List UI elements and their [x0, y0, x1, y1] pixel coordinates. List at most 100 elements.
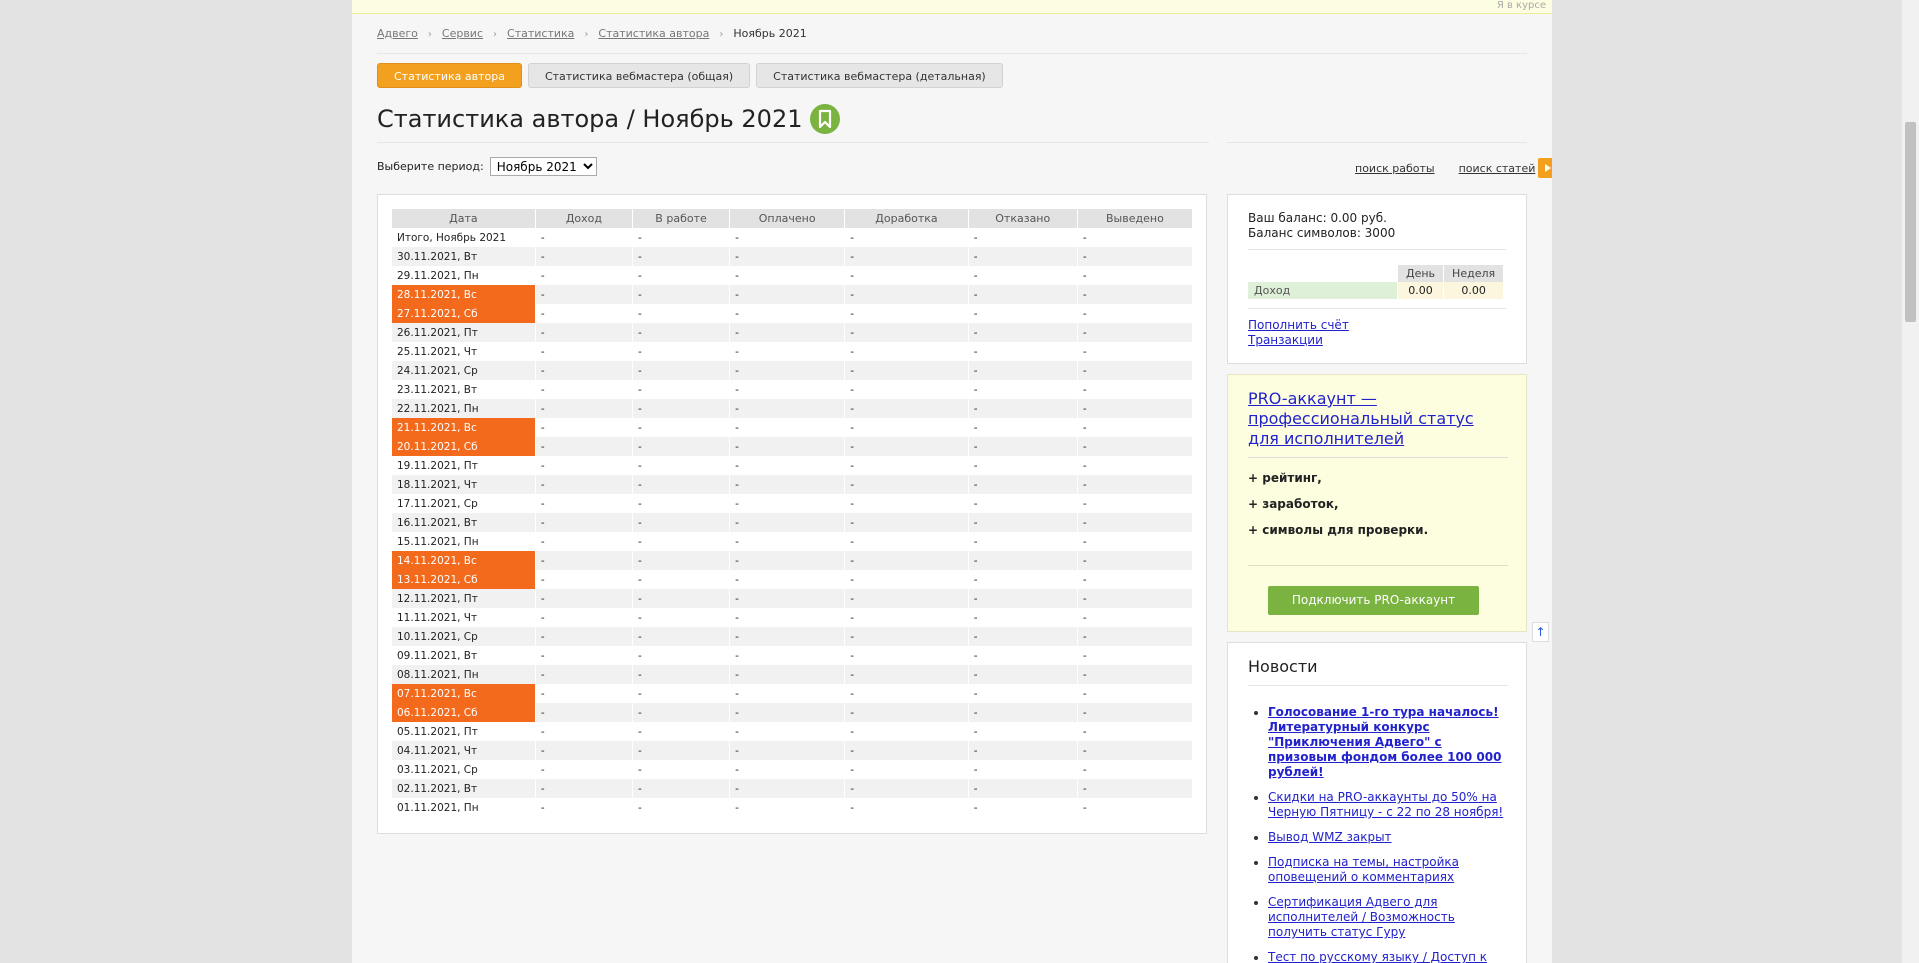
paid-cell: -: [729, 760, 846, 779]
tab-author-stats[interactable]: Статистика автора: [377, 63, 522, 88]
date-cell: 08.11.2021, Пн: [392, 665, 536, 684]
table-row: 05.11.2021, Пт - - - - - -: [392, 722, 1194, 741]
income-cell: -: [535, 285, 633, 304]
paid-cell: -: [729, 551, 846, 570]
paid-cell: -: [729, 285, 846, 304]
withdrawn-cell: -: [1077, 380, 1194, 399]
page: Я в курсе Адвего › Сервис › Статистика › Стати…: [352, 0, 1552, 963]
in-work-cell: -: [632, 323, 731, 342]
revision-cell: -: [844, 380, 969, 399]
in-work-cell: -: [632, 475, 731, 494]
paid-cell: -: [729, 266, 846, 285]
news-link[interactable]: Сертификация Адвего для исполнителей / В…: [1268, 895, 1455, 939]
paid-cell: -: [729, 361, 846, 380]
in-work-cell: -: [632, 608, 731, 627]
table-row: 19.11.2021, Пт - - - - - -: [392, 456, 1194, 475]
income-cell: -: [535, 741, 633, 760]
in-work-cell: -: [632, 665, 731, 684]
withdrawn-cell: -: [1077, 551, 1194, 570]
revision-cell: -: [844, 646, 969, 665]
withdrawn-cell: -: [1077, 589, 1194, 608]
withdrawn-cell: -: [1077, 247, 1194, 266]
paid-cell: -: [729, 722, 846, 741]
article-search-link[interactable]: поиск статей: [1459, 162, 1536, 175]
rejected-cell: -: [968, 228, 1078, 247]
date-cell: 13.11.2021, Сб: [392, 570, 536, 589]
period-select[interactable]: Ноябрь 2021: [489, 157, 597, 176]
date-cell: 30.11.2021, Вт: [392, 247, 536, 266]
revision-cell: -: [844, 437, 969, 456]
income-cell: -: [535, 779, 633, 798]
news-link[interactable]: Голосование 1-го тура началось! Литерату…: [1268, 705, 1501, 779]
chevron-right-icon: ›: [584, 29, 589, 40]
arrow-up-icon[interactable]: ↑: [1532, 622, 1549, 642]
in-work-cell: -: [632, 342, 731, 361]
news-link[interactable]: Тест по русскому языку / Доступ к тендер…: [1268, 950, 1487, 963]
page-scrollbar[interactable]: [1902, 0, 1919, 963]
rejected-cell: -: [968, 513, 1078, 532]
revision-cell: -: [844, 418, 969, 437]
income-summary-table: День Неделя Доход 0.00 0.00: [1248, 265, 1505, 299]
table-row: 27.11.2021, Сб - - - - - -: [392, 304, 1194, 323]
table-row: 13.11.2021, Сб - - - - - -: [392, 570, 1194, 589]
top-up-link[interactable]: Пополнить счёт: [1248, 318, 1349, 333]
tab-webmaster-general[interactable]: Статистика вебмастера (общая): [527, 63, 751, 88]
job-search-link[interactable]: поиск работы: [1355, 162, 1435, 175]
transactions-link[interactable]: Транзакции: [1248, 333, 1349, 348]
table-row: Итого, Ноябрь 2021- - - - - -: [392, 228, 1194, 247]
paid-cell: -: [729, 665, 846, 684]
period-label: Выберите период:: [377, 160, 484, 173]
income-week-value: 0.00: [1443, 282, 1505, 299]
table-row: 17.11.2021, Ср - - - - - -: [392, 494, 1194, 513]
table-row: 16.11.2021, Вт - - - - - -: [392, 513, 1194, 532]
paid-cell: -: [729, 532, 846, 551]
in-work-cell: -: [632, 418, 731, 437]
table-header-row: Дата Доход В работе Оплачено Доработка Отказа…: [392, 209, 1194, 228]
rejected-cell: -: [968, 437, 1078, 456]
breadcrumb-item-author-statistics[interactable]: Статистика автора: [598, 27, 709, 40]
income-day-value: 0.00: [1397, 282, 1445, 299]
tab-webmaster-detailed[interactable]: Статистика вебмастера (детальная): [756, 63, 1003, 88]
revision-cell: -: [844, 608, 969, 627]
date-cell: 10.11.2021, Ср: [392, 627, 536, 646]
revision-cell: -: [844, 361, 969, 380]
withdrawn-cell: -: [1077, 228, 1194, 247]
withdrawn-cell: -: [1077, 665, 1194, 684]
pro-account-panel: PRO-аккаунт — профессиональный статус дл…: [1227, 374, 1527, 632]
income-cell: -: [535, 380, 633, 399]
table-row: 07.11.2021, Вс - - - - - -: [392, 684, 1194, 703]
in-work-cell: -: [632, 266, 731, 285]
date-cell: 22.11.2021, Пн: [392, 399, 536, 418]
bookmark-icon[interactable]: [810, 104, 841, 134]
scrollbar-thumb[interactable]: [1905, 122, 1916, 322]
table-row: 29.11.2021, Пн - - - - - -: [392, 266, 1194, 285]
news-link[interactable]: Скидки на PRO-аккаунты до 50% на Черную …: [1268, 790, 1503, 819]
rejected-cell: -: [968, 589, 1078, 608]
enable-pro-button[interactable]: Подключить PRO-аккаунт: [1268, 586, 1479, 615]
revision-cell: -: [844, 665, 969, 684]
rejected-cell: -: [968, 285, 1078, 304]
breadcrumb-item-advego[interactable]: Адвего: [377, 27, 418, 40]
breadcrumb-item-service[interactable]: Сервис: [442, 27, 483, 40]
in-work-cell: -: [632, 779, 731, 798]
news-link[interactable]: Вывод WMZ закрыт: [1268, 830, 1392, 844]
stats-panel: Дата Доход В работе Оплачено Доработка Отказа…: [377, 194, 1207, 834]
table-header-in-work: В работе: [632, 209, 731, 228]
date-cell: 15.11.2021, Пн: [392, 532, 536, 551]
paid-cell: -: [729, 342, 846, 361]
sidebar-toggle-icon[interactable]: [1538, 158, 1552, 178]
table-header-date: Дата: [392, 209, 536, 228]
notice-dismiss-link[interactable]: Я в курсе: [1497, 0, 1546, 11]
paid-cell: -: [729, 646, 846, 665]
list-item: + заработок,: [1248, 497, 1339, 511]
revision-cell: -: [844, 323, 969, 342]
news-link[interactable]: Подписка на темы, настройка оповещений о…: [1268, 855, 1459, 884]
table-header-withdrawn: Выведено: [1077, 209, 1194, 228]
pro-account-link[interactable]: PRO-аккаунт — профессиональный статус дл…: [1248, 389, 1508, 449]
income-cell: -: [535, 456, 633, 475]
date-cell: 05.11.2021, Пт: [392, 722, 536, 741]
withdrawn-cell: -: [1077, 798, 1194, 817]
revision-cell: -: [844, 513, 969, 532]
in-work-cell: -: [632, 570, 731, 589]
breadcrumb-item-statistics[interactable]: Статистика: [507, 27, 574, 40]
